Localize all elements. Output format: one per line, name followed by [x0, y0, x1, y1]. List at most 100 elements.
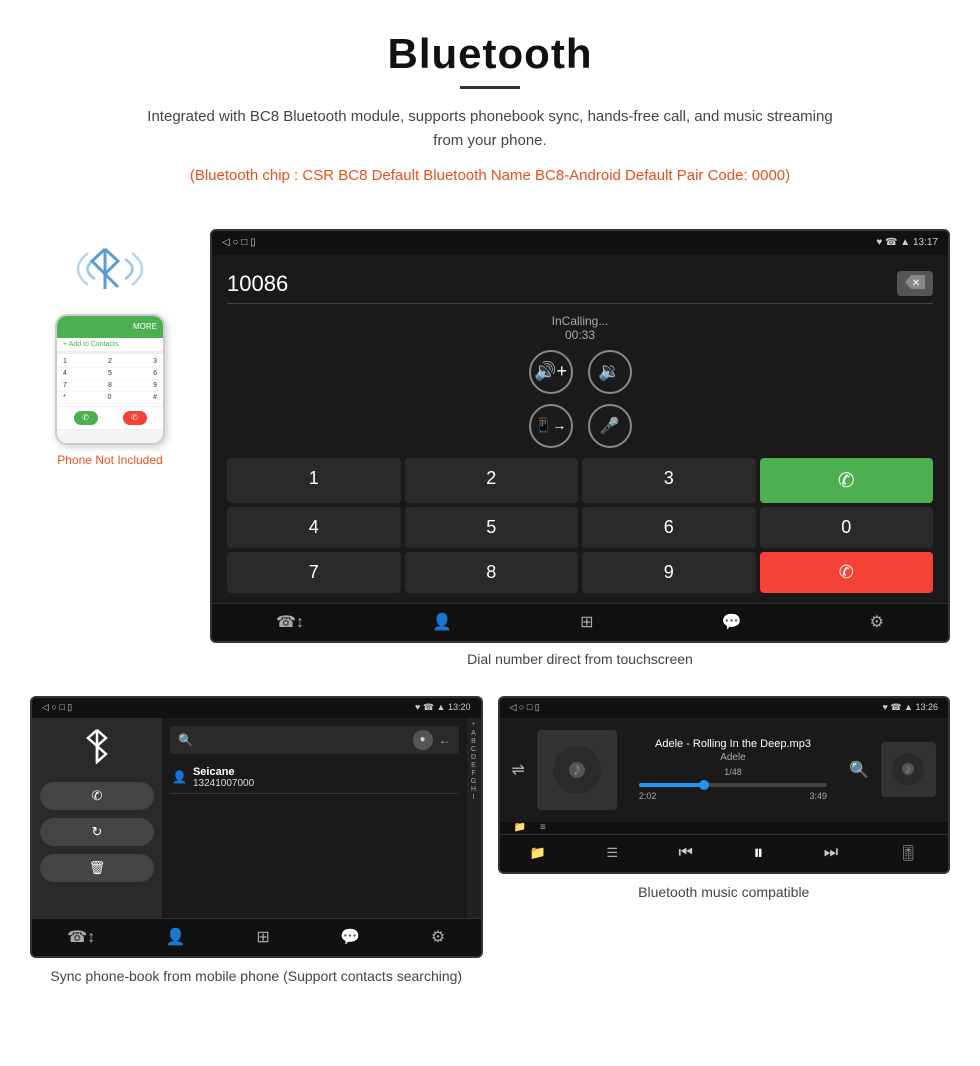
pb-alpha-g[interactable]: G	[469, 778, 479, 785]
pb-nav-settings[interactable]: ⚙	[431, 927, 445, 947]
shuffle-icon[interactable]: ⇌	[512, 760, 525, 780]
phone-illustration: MORE + Add to Contacts 123 456 789 *0#	[30, 229, 190, 467]
equalizer-icon[interactable]: 🎚	[899, 844, 918, 862]
music-status-left: ◁ ○ □ ▯	[510, 702, 540, 713]
nav-messages-icon[interactable]: 💬	[722, 612, 742, 632]
pb-bt-icon	[40, 728, 154, 770]
dial-5[interactable]: 5	[405, 507, 579, 548]
nav-dialpad-icon[interactable]: ⊞	[580, 612, 593, 632]
pb-sidebar: ✆ ↻ 🗑	[32, 718, 162, 918]
dial-0[interactable]: 0	[760, 507, 934, 548]
dialer-screen: ◁ ○ □ ▯ ♥ ☎ ▲ 13:17 10086 ✕ InCalling...	[210, 229, 950, 643]
music-status-bar: ◁ ○ □ ▯ ♥ ☎ ▲ 13:26	[500, 698, 949, 718]
phone-contact-row-3: 789	[57, 380, 163, 392]
volume-up-btn[interactable]: 🔊+	[529, 350, 573, 394]
music-folder-bar: 📁 ≡	[500, 822, 949, 834]
dial-end-btn[interactable]: ✆	[760, 552, 934, 593]
music-times: 2:02 3:49	[639, 791, 827, 801]
transfer-btn[interactable]: 📱→	[529, 404, 573, 448]
pb-alpha-star[interactable]: *	[469, 722, 479, 729]
next-icon[interactable]: ⏭	[824, 844, 838, 862]
pb-nav-messages[interactable]: 💬	[340, 927, 360, 947]
phone-add-btn: + Add to Contacts	[63, 341, 118, 348]
pb-alpha-e[interactable]: E	[469, 762, 479, 769]
phone-contacts-header: + Add to Contacts	[57, 338, 163, 352]
folder2-icon[interactable]: 📁	[530, 845, 546, 861]
dial-2[interactable]: 2	[405, 458, 579, 503]
pb-alpha-c[interactable]: C	[469, 746, 479, 753]
dial-8[interactable]: 8	[405, 552, 579, 593]
dialer-section: ◁ ○ □ ▯ ♥ ☎ ▲ 13:17 10086 ✕ InCalling...	[210, 229, 950, 671]
description: Integrated with BC8 Bluetooth module, su…	[140, 105, 840, 153]
pb-nav-dialpad[interactable]: ⊞	[256, 927, 269, 947]
dialer-status-right: ♥ ☎ ▲ 13:17	[876, 237, 938, 248]
dialer-content: 10086 ✕ InCalling... 00:33 🔊+ 🔉	[212, 255, 948, 603]
svg-text:♪: ♪	[905, 761, 912, 776]
pb-alpha-f[interactable]: F	[469, 770, 479, 777]
phonebook-screen: ◁ ○ □ ▯ ♥ ☎ ▲ 13:20 ✆ ↻ 🗑	[30, 696, 483, 958]
dialpad-grid: 1 2 3 ✆ 4 5 6 0 7 8 9 ✆	[227, 458, 933, 593]
music-info: Adele - Rolling In the Deep.mp3 Adele 1/…	[629, 738, 837, 801]
music-progress-bar	[639, 783, 827, 787]
pb-list-area: 🔍 ● ← 👤 Seicane 13241007000	[162, 718, 467, 918]
phone-call-btn[interactable]: ✆	[74, 411, 98, 425]
pb-alpha-i[interactable]: I	[469, 794, 479, 801]
playlist2-icon[interactable]: ☰	[606, 845, 618, 861]
pb-search-icon: 🔍	[178, 733, 193, 747]
music-album-art-large: ♪	[537, 730, 617, 810]
pb-main: 🔍 ● ← 👤 Seicane 13241007000	[162, 718, 481, 918]
delete-button[interactable]: ✕	[897, 271, 933, 296]
pb-alpha-h[interactable]: H	[469, 786, 479, 793]
pb-sync-btn[interactable]: ↻	[40, 818, 154, 846]
pb-alpha-b[interactable]: B	[469, 738, 479, 745]
pb-call-btn[interactable]: ✆	[40, 782, 154, 810]
call-controls-2: 📱→ 🎤	[227, 404, 933, 448]
pb-status-right: ♥ ☎ ▲ 13:20	[415, 702, 471, 713]
dialer-caption: Dial number direct from touchscreen	[210, 643, 950, 671]
play-icon[interactable]: ⏸	[753, 842, 763, 865]
dial-7[interactable]: 7	[227, 552, 401, 593]
mic-btn[interactable]: 🎤	[588, 404, 632, 448]
pb-search-bar[interactable]: 🔍 ● ←	[170, 726, 459, 754]
music-note-icon-small: ♪	[891, 752, 926, 787]
nav-contacts-icon[interactable]: 👤	[432, 612, 452, 632]
svg-text:♪: ♪	[572, 759, 581, 779]
folder-icon[interactable]: 📁	[514, 822, 526, 833]
pb-nav-contacts[interactable]: 👤	[166, 927, 186, 947]
dial-call-btn[interactable]: ✆	[760, 458, 934, 503]
pb-layout: ✆ ↻ 🗑 🔍 ● ← 👤	[32, 718, 481, 918]
dialer-number-display: 10086 ✕	[227, 265, 933, 304]
music-note-icon-large: ♪	[552, 745, 602, 795]
pb-alpha-index: * A B C D E F G H I	[467, 718, 481, 918]
pb-alpha-a[interactable]: A	[469, 730, 479, 737]
nav-calls-icon[interactable]: ☎↕	[276, 612, 304, 632]
music-search-icon[interactable]: 🔍	[849, 760, 869, 780]
phone-end-btn[interactable]: ✆	[123, 411, 147, 425]
music-progress-dot[interactable]	[699, 780, 709, 790]
pb-alpha-d[interactable]: D	[469, 754, 479, 761]
bluetooth-waves-svg	[70, 239, 150, 299]
dial-3[interactable]: 3	[582, 458, 756, 503]
music-item: ◁ ○ □ ▯ ♥ ☎ ▲ 13:26 ⇌ ♪ Adele - R	[498, 696, 951, 991]
pb-bt-symbol	[82, 728, 112, 764]
pb-nav-bar: ☎↕ 👤 ⊞ 💬 ⚙	[32, 918, 481, 956]
main-content-section: MORE + Add to Contacts 123 456 789 *0#	[0, 219, 980, 681]
svg-text:✕: ✕	[912, 278, 920, 289]
prev-icon[interactable]: ⏮	[678, 844, 692, 862]
page-title: Bluetooth	[40, 30, 940, 78]
nav-settings-icon[interactable]: ⚙	[870, 612, 884, 632]
pb-nav-calls[interactable]: ☎↕	[67, 927, 95, 947]
dial-6[interactable]: 6	[582, 507, 756, 548]
phone-mockup: MORE + Add to Contacts 123 456 789 *0#	[55, 314, 165, 445]
phone-contact-list: 123 456 789 *0#	[57, 354, 163, 406]
dial-9[interactable]: 9	[582, 552, 756, 593]
dial-1[interactable]: 1	[227, 458, 401, 503]
phone-contact-row-2: 456	[57, 368, 163, 380]
playlist-icon[interactable]: ≡	[540, 822, 546, 833]
volume-down-btn[interactable]: 🔉	[588, 350, 632, 394]
dial-4[interactable]: 4	[227, 507, 401, 548]
pb-back-icon[interactable]: ←	[439, 733, 451, 747]
pb-contact-row: 👤 Seicane 13241007000	[170, 762, 459, 794]
dialer-status-bar: ◁ ○ □ ▯ ♥ ☎ ▲ 13:17	[212, 231, 948, 255]
pb-delete-btn[interactable]: 🗑	[40, 854, 154, 882]
